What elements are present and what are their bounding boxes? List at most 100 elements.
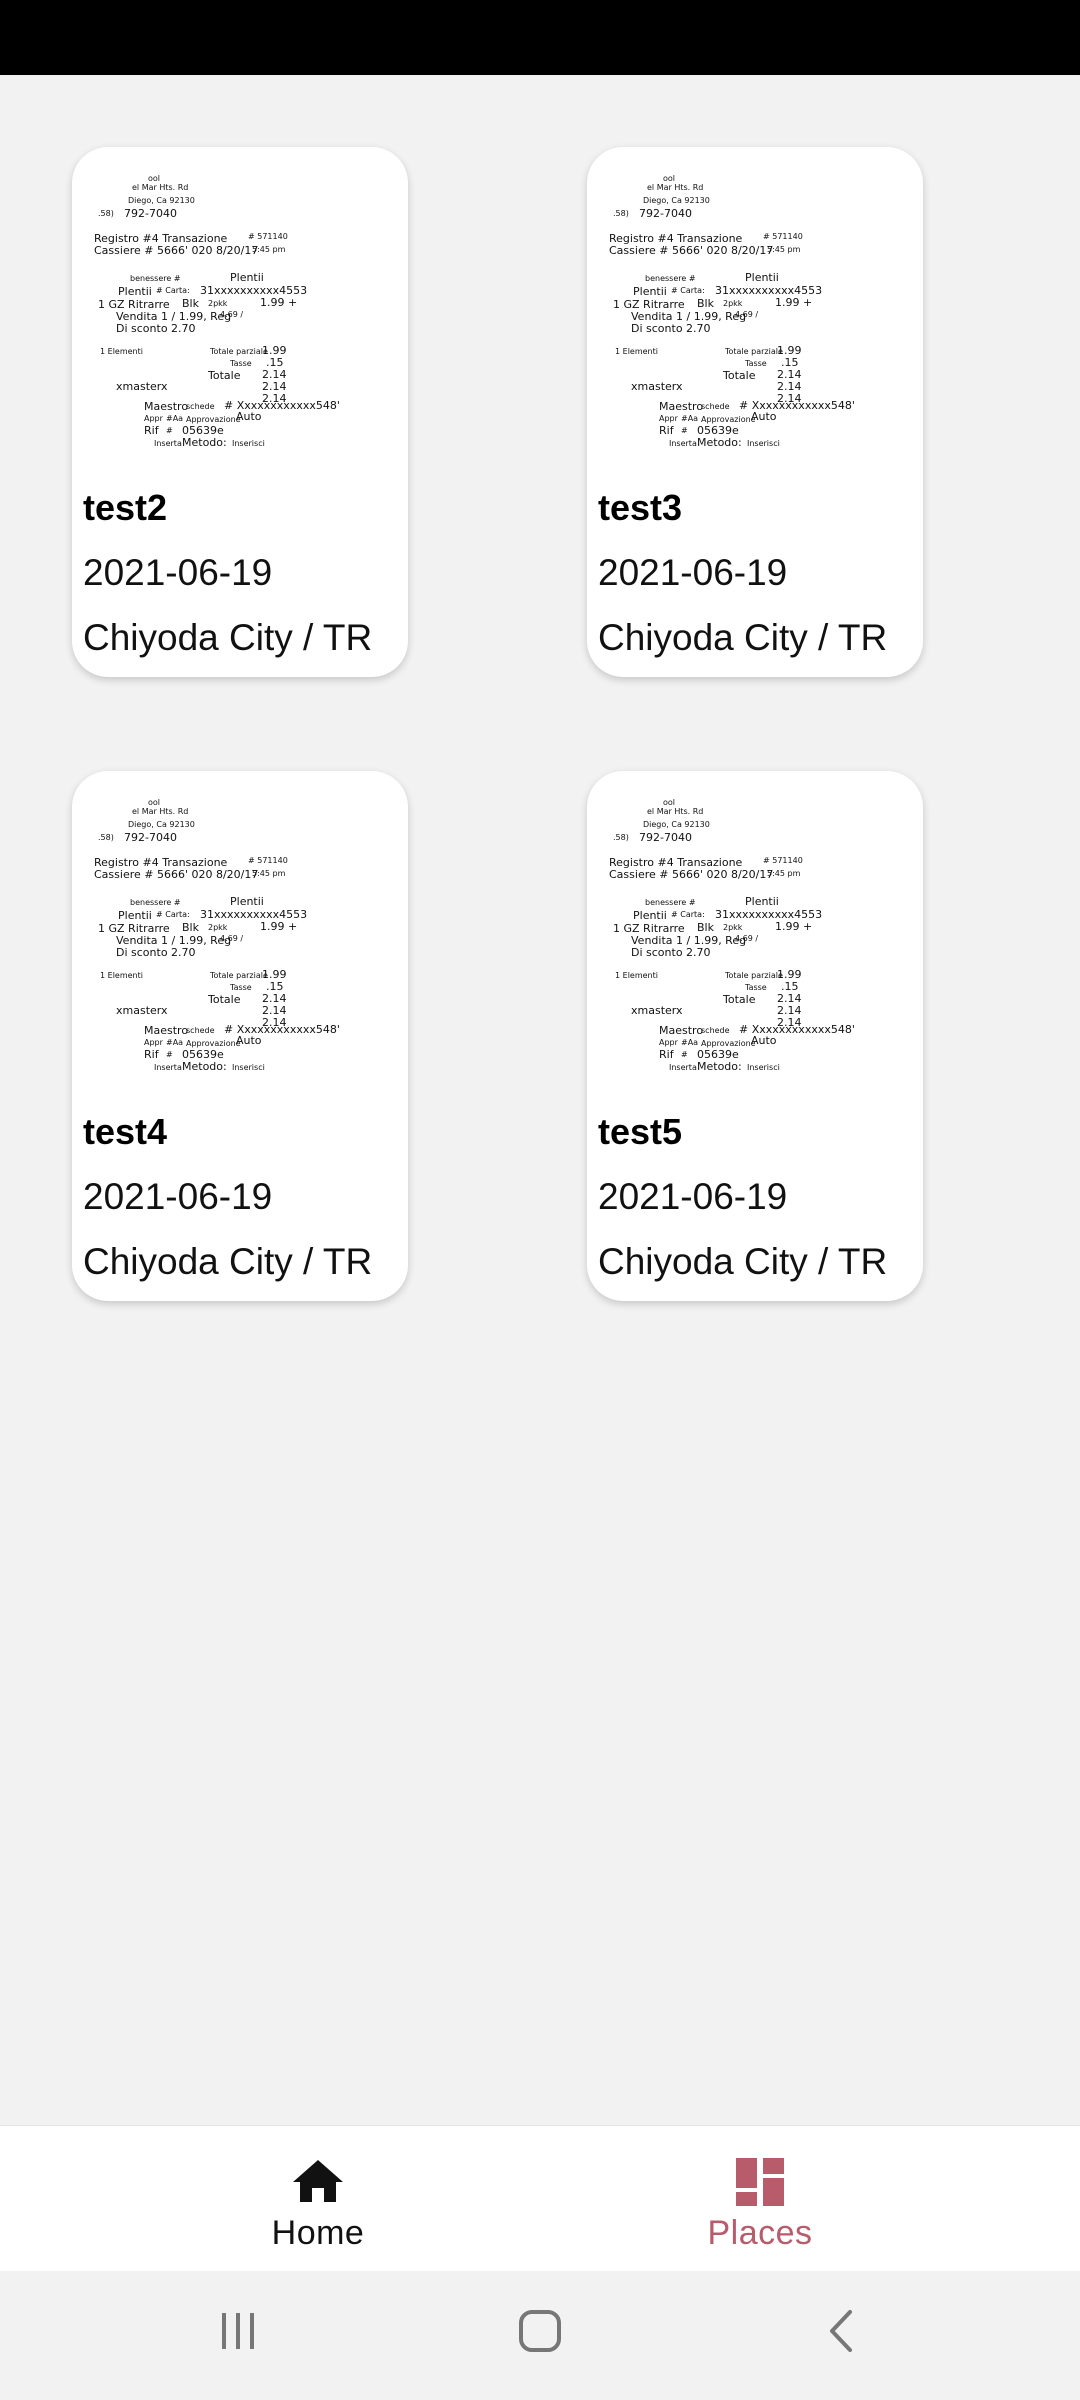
receipt-text: Tasse	[230, 983, 252, 992]
receipt-text: benessere #	[130, 274, 181, 283]
receipt-text: schede	[186, 402, 215, 411]
receipt-text: ool	[663, 799, 676, 807]
card-place: Chiyoda City / TR	[83, 1241, 373, 1282]
receipt-text: Totale	[723, 369, 756, 382]
receipt-text: # 571140	[763, 856, 803, 865]
receipt-text: #	[166, 1050, 173, 1059]
receipt-text: Totale parziale	[725, 971, 783, 980]
receipt-text: # 571140	[248, 856, 288, 865]
receipt-text: 2.14	[262, 1004, 287, 1017]
card-title: test2	[83, 487, 168, 528]
receipt-text: 2.14	[777, 380, 802, 393]
receipt-text: Vendita 1 / 1.99, Reg	[631, 934, 747, 947]
receipt-text: ool	[148, 175, 161, 183]
receipt-text: Di sconto 2.70	[631, 322, 711, 335]
receipt-text: Plentii	[118, 909, 152, 922]
receipt-text: 05639e	[182, 424, 224, 437]
receipt-text: Vendita 1 / 1.99, Reg	[631, 310, 747, 323]
receipt-text: 4.69 /	[220, 310, 244, 319]
receipt-text: Plentii	[230, 271, 264, 284]
receipt-text: 1.99 +	[260, 296, 298, 309]
receipt-text: Cassiere # 5666' 020 8/20/17	[609, 244, 774, 257]
card-date: 2021-06-19	[83, 1176, 273, 1217]
receipt-text: 792-7040	[639, 831, 692, 844]
nav-home[interactable]: Home	[168, 2126, 468, 2272]
receipt-text: 1 GZ Ritrarre	[98, 922, 170, 935]
receipt-text: Inserta	[154, 1063, 182, 1072]
receipt-text: Totale parziale	[210, 971, 268, 980]
receipt-text: Totale parziale	[725, 347, 783, 356]
receipt-text: 31xxxxxxxxxx4553	[200, 284, 308, 297]
receipt-text: Cassiere # 5666' 020 8/20/17	[94, 244, 259, 257]
receipt-text: .15	[781, 980, 799, 993]
receipt-text: Diego, Ca 92130	[643, 820, 710, 829]
receipt-text: 2pkk	[723, 299, 743, 308]
receipt-text: Rif	[659, 424, 674, 437]
receipt-text: #	[166, 426, 173, 435]
recent-apps-icon[interactable]	[214, 2307, 262, 2355]
receipt-text: Cassiere # 5666' 020 8/20/17	[94, 868, 259, 881]
receipt-text: Plentii	[745, 895, 779, 908]
receipt-text: Inserisci	[232, 1063, 265, 1072]
nav-places[interactable]: Places	[610, 2126, 910, 2272]
receipt-text: benessere #	[130, 898, 181, 907]
receipt-text: Plentii	[230, 895, 264, 908]
receipt-text: Vendita 1 / 1.99, Reg	[116, 934, 232, 947]
receipt-text: Diego, Ca 92130	[128, 820, 195, 829]
receipt-text: Inserisci	[747, 439, 780, 448]
card-place: Chiyoda City / TR	[83, 617, 373, 658]
receipt-text: 1.99	[777, 968, 802, 981]
receipt-text: # Carta:	[671, 286, 705, 295]
receipt-text: 05639e	[697, 424, 739, 437]
card-date: 2021-06-19	[598, 552, 788, 593]
receipt-text: Appr	[144, 1038, 163, 1047]
receipt-card[interactable]: ool el Mar Hts. Rd Diego, Ca 92130 .58) …	[587, 147, 923, 677]
receipt-text: 792-7040	[124, 831, 177, 844]
receipt-text: .15	[266, 980, 284, 993]
receipt-text: 2.14	[262, 992, 287, 1005]
receipt-text: Appr	[659, 1038, 678, 1047]
receipt-text: Rif	[659, 1048, 674, 1061]
receipt-text: Rif	[144, 424, 159, 437]
receipt-text: Metodo:	[182, 436, 227, 449]
receipt-text: 1 Elementi	[615, 971, 658, 980]
receipt-text: 5:45 pm	[252, 869, 286, 878]
receipt-text: el Mar Hts. Rd	[132, 807, 189, 816]
receipt-thumbnail: ool el Mar Hts. Rd Diego, Ca 92130 .58) …	[605, 799, 905, 1099]
receipt-text: 31xxxxxxxxxx4553	[200, 908, 308, 921]
receipt-text: 5:45 pm	[767, 869, 801, 878]
receipt-text: Auto	[751, 1034, 777, 1047]
receipt-text: 792-7040	[639, 207, 692, 220]
receipt-text: 2.14	[262, 380, 287, 393]
receipt-text: Plentii	[745, 271, 779, 284]
receipt-text: xmasterx	[116, 1004, 168, 1017]
receipt-text: 05639e	[697, 1048, 739, 1061]
receipt-text: Inserta	[669, 1063, 697, 1072]
dashboard-icon	[736, 2158, 784, 2206]
home-system-icon[interactable]	[516, 2307, 564, 2355]
receipt-text: ool	[663, 175, 676, 183]
receipt-text: Approvazione	[701, 415, 756, 424]
receipt-text: .15	[266, 356, 284, 369]
receipt-text: .15	[781, 356, 799, 369]
receipt-text: #Aa	[681, 1038, 699, 1047]
receipt-card[interactable]: ool el Mar Hts. Rd Diego, Ca 92130 .58) …	[72, 771, 408, 1301]
receipt-text: Registro #4 Transazione	[94, 232, 228, 245]
home-icon	[293, 2160, 343, 2202]
receipt-text: Tasse	[230, 359, 252, 368]
receipt-text: # 571140	[763, 232, 803, 241]
receipt-card[interactable]: ool el Mar Hts. Rd Diego, Ca 92130 .58) …	[587, 771, 923, 1301]
receipt-text: Maestro	[659, 400, 704, 413]
receipt-text: 4.69 /	[220, 934, 244, 943]
receipt-text: Diego, Ca 92130	[128, 196, 195, 205]
receipt-text: Blk	[182, 921, 199, 934]
receipt-text: # Carta:	[156, 910, 190, 919]
back-icon[interactable]	[818, 2307, 866, 2355]
receipt-text: Appr	[659, 414, 678, 423]
receipt-text: el Mar Hts. Rd	[132, 183, 189, 192]
receipt-text: el Mar Hts. Rd	[647, 807, 704, 816]
card-title: test3	[598, 487, 683, 528]
receipt-card[interactable]: ool el Mar Hts. Rd Diego, Ca 92130 .58) …	[72, 147, 408, 677]
receipt-text: 1 GZ Ritrarre	[98, 298, 170, 311]
receipt-text: .58)	[98, 209, 114, 218]
